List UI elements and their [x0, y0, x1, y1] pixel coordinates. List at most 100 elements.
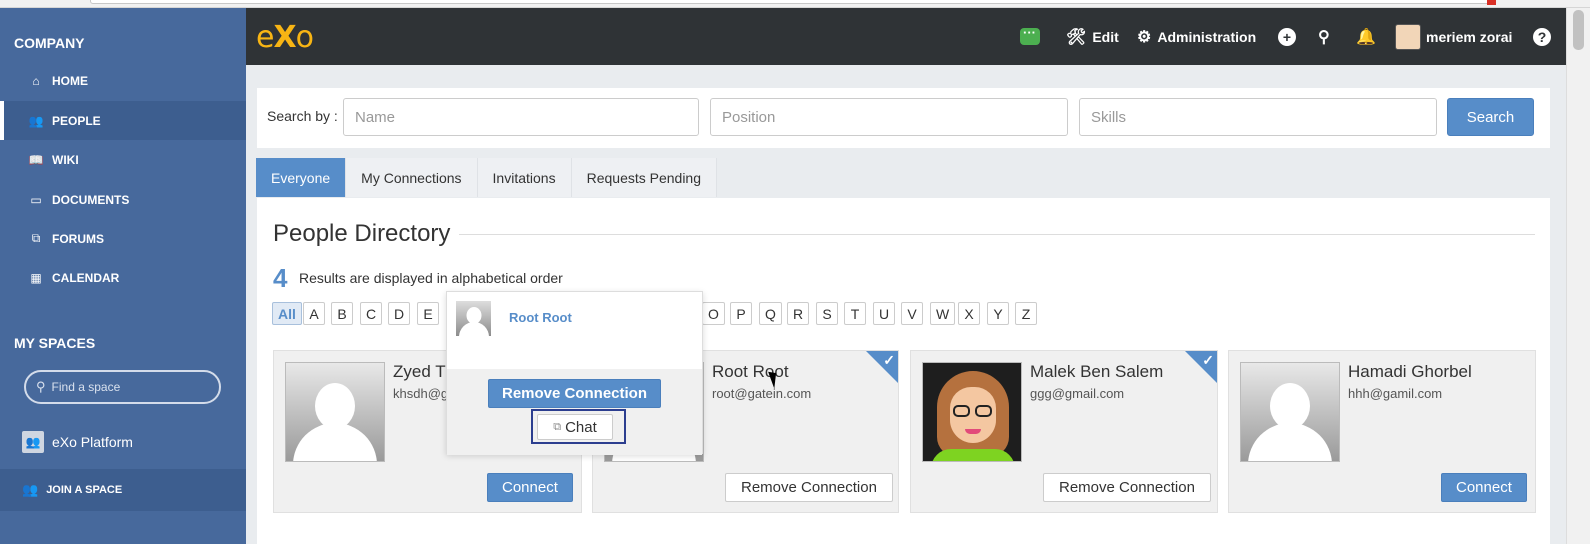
- join-space-label: JOIN A SPACE: [46, 484, 123, 496]
- help-button[interactable]: ?: [1533, 8, 1551, 65]
- administration-label: Administration: [1157, 28, 1257, 45]
- tab-requests-pending[interactable]: Requests Pending: [571, 158, 718, 197]
- sidebar-item-forums[interactable]: ⧉ FORUMS: [0, 219, 246, 258]
- person-card-malek: Malek Ben Salem ggg@gmail.com ✓ Remove C…: [910, 350, 1218, 513]
- user-menu[interactable]: meriem zorai: [1395, 8, 1512, 65]
- alpha-filter-r[interactable]: R: [787, 302, 810, 325]
- people-icon: 👥: [22, 482, 39, 497]
- alpha-filter-a[interactable]: A: [303, 302, 325, 325]
- sidebar-item-home[interactable]: ⌂ HOME: [0, 61, 246, 100]
- remove-connection-button[interactable]: Remove Connection: [725, 473, 893, 502]
- avatar-placeholder-body: [1248, 423, 1332, 461]
- chat-icon: ⧉: [553, 420, 562, 433]
- logo-letter: X: [273, 20, 296, 55]
- logo-letter: e: [256, 20, 274, 55]
- popover-person-name[interactable]: Root Root: [509, 310, 572, 325]
- avatar-mouth: [965, 429, 981, 434]
- calendar-icon: ▦: [30, 270, 42, 285]
- remove-connection-button[interactable]: Remove Connection: [1043, 473, 1211, 502]
- tab-everyone[interactable]: Everyone: [256, 158, 347, 197]
- alpha-filter-s[interactable]: S: [816, 302, 838, 325]
- url-bar[interactable]: [90, 0, 1490, 4]
- top-navbar: eXo 🛠 Edit ⚙ Administration + ⚲ 🔔 meriem…: [246, 8, 1566, 65]
- sidebar-item-documents[interactable]: ▭ DOCUMENTS: [0, 180, 246, 219]
- directory-tabs: Everyone My Connections Invitations Requ…: [256, 158, 718, 197]
- join-space-button[interactable]: 👥 JOIN A SPACE: [0, 469, 246, 511]
- scrollbar-thumb[interactable]: [1573, 10, 1584, 50]
- forum-icon: ⧉: [31, 231, 41, 245]
- alpha-filter-all[interactable]: All: [272, 302, 302, 325]
- connect-button[interactable]: Connect: [487, 473, 573, 502]
- person-email: root@gatein.com: [712, 386, 812, 401]
- space-name: eXo Platform: [52, 434, 133, 450]
- alpha-filter-b[interactable]: B: [331, 302, 353, 325]
- avatar-glasses: [953, 405, 970, 417]
- popover-chat-button[interactable]: ⧉ Chat: [537, 414, 613, 440]
- person-name[interactable]: Zyed Tr: [393, 362, 451, 382]
- alpha-filter-t[interactable]: T: [844, 302, 866, 325]
- tab-my-connections[interactable]: My Connections: [346, 158, 478, 197]
- bell-icon: 🔔: [1356, 28, 1376, 46]
- avatar-placeholder-body: [293, 423, 377, 461]
- chat-icon: [1020, 25, 1040, 45]
- sidebar-item-label: WIKI: [52, 152, 79, 167]
- alpha-filter-y[interactable]: Y: [987, 302, 1009, 325]
- sidebar-item-label: PEOPLE: [52, 113, 101, 128]
- avatar[interactable]: [285, 362, 385, 462]
- person-name[interactable]: Hamadi Ghorbel: [1348, 362, 1472, 382]
- person-name[interactable]: Malek Ben Salem: [1030, 362, 1163, 382]
- name-input[interactable]: Name: [343, 98, 699, 136]
- alpha-filter-v[interactable]: V: [901, 302, 923, 325]
- alpha-filter-o[interactable]: O: [702, 302, 725, 325]
- avatar: [1395, 23, 1421, 50]
- alpha-filter-z[interactable]: Z: [1015, 302, 1037, 325]
- help-icon: ?: [1533, 27, 1551, 46]
- sidebar-item-label: HOME: [52, 73, 88, 88]
- find-space-input[interactable]: ⚲ Find a space: [24, 370, 221, 404]
- skills-input[interactable]: Skills: [1079, 98, 1437, 136]
- edit-button[interactable]: 🛠 Edit: [1066, 8, 1119, 65]
- sidebar-item-wiki[interactable]: 📖 WIKI: [0, 140, 246, 179]
- popover-remove-connection-button[interactable]: Remove Connection: [488, 379, 661, 408]
- alpha-filter-x[interactable]: X: [958, 302, 980, 325]
- extension-icon[interactable]: [1487, 0, 1496, 5]
- gear-icon: ⚙: [1137, 28, 1152, 46]
- name-placeholder: Name: [355, 108, 396, 126]
- alpha-filter-p[interactable]: P: [730, 302, 752, 325]
- alpha-filter-c[interactable]: C: [360, 302, 383, 325]
- company-title: COMPANY: [14, 35, 85, 51]
- space-item-exo-platform[interactable]: 👥 eXo Platform: [22, 430, 133, 454]
- connect-button[interactable]: Connect: [1441, 473, 1527, 502]
- search-panel: Search by : Name Position Skills Search: [257, 88, 1550, 148]
- chat-label: Chat: [565, 418, 597, 436]
- search-button[interactable]: ⚲: [1318, 8, 1336, 65]
- chat-button[interactable]: [1020, 8, 1040, 65]
- space-avatar: 👥: [22, 431, 44, 453]
- sidebar-item-people[interactable]: 👥 PEOPLE: [0, 101, 246, 140]
- avatar[interactable]: [456, 301, 491, 336]
- alpha-filter-e[interactable]: E: [417, 302, 439, 325]
- position-input[interactable]: Position: [710, 98, 1068, 136]
- administration-button[interactable]: ⚙ Administration: [1137, 8, 1256, 65]
- logo-letter: o: [295, 20, 314, 55]
- avatar[interactable]: [1240, 362, 1340, 462]
- focus-ring: ⧉ Chat: [531, 409, 626, 444]
- checkmark-icon: ✓: [883, 352, 895, 368]
- search-label: Search by :: [267, 108, 338, 124]
- person-email: hhh@gamil.com: [1348, 386, 1443, 401]
- add-button[interactable]: +: [1278, 8, 1296, 65]
- position-placeholder: Position: [722, 108, 776, 126]
- page-scrollbar[interactable]: [1566, 8, 1590, 544]
- alpha-filter-q[interactable]: Q: [759, 302, 782, 325]
- alpha-filter-u[interactable]: U: [873, 302, 896, 325]
- alpha-filter-d[interactable]: D: [388, 302, 411, 325]
- tab-invitations[interactable]: Invitations: [477, 158, 572, 197]
- sidebar-item-calendar[interactable]: ▦ CALENDAR: [0, 258, 246, 297]
- avatar[interactable]: [922, 362, 1022, 462]
- notifications-button[interactable]: 🔔: [1356, 8, 1382, 65]
- exo-logo[interactable]: eXo: [256, 20, 314, 55]
- avatar-glasses: [975, 405, 992, 417]
- folder-icon: ▭: [30, 192, 42, 207]
- alpha-filter-w[interactable]: W: [930, 302, 956, 325]
- search-submit-button[interactable]: Search: [1447, 98, 1534, 136]
